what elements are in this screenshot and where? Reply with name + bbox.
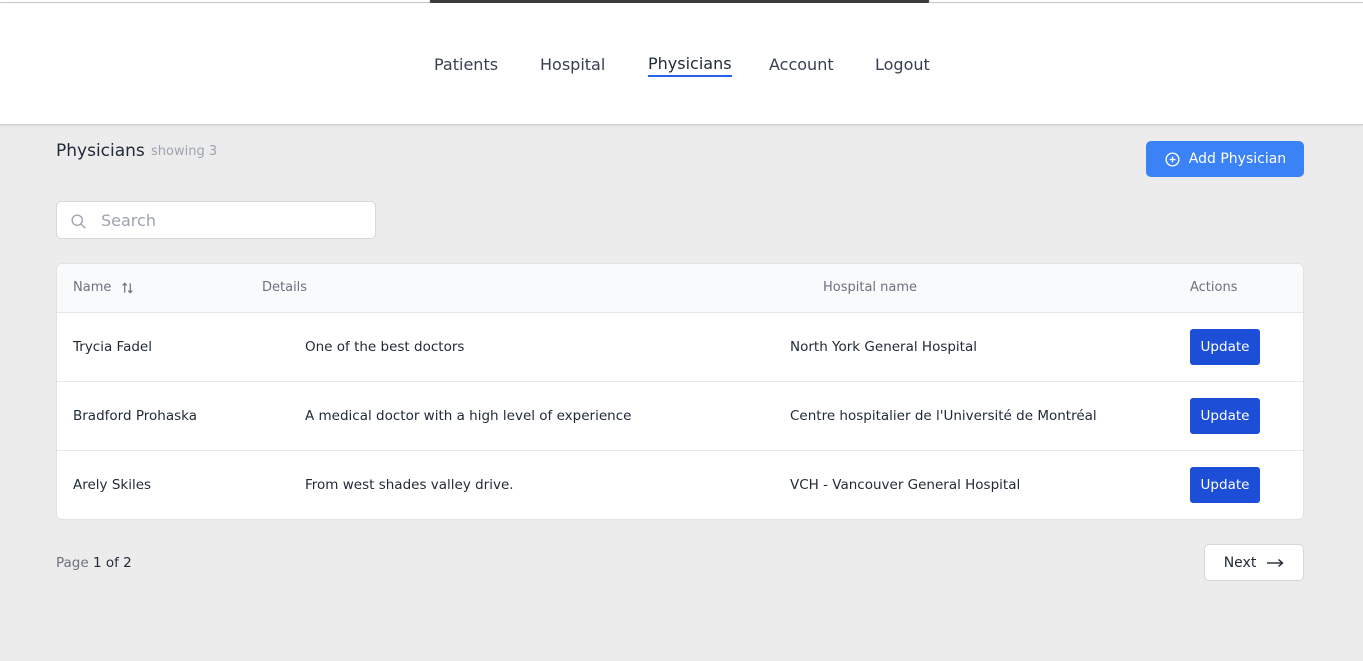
table-row: Trycia Fadel One of the best doctors Nor…: [57, 313, 1303, 382]
column-header-details: Details: [262, 280, 308, 295]
nav-item-hospital[interactable]: Hospital: [540, 55, 605, 76]
search-icon: [71, 214, 86, 229]
nav-item-account[interactable]: Account: [769, 55, 834, 76]
pagination-prefix: Page: [56, 555, 89, 571]
next-page-label: Next: [1223, 554, 1257, 571]
update-button[interactable]: Update: [1190, 467, 1260, 503]
table-header: Name Details Hospital name Actions: [57, 264, 1303, 313]
next-page-button[interactable]: Next: [1204, 544, 1304, 581]
update-button[interactable]: Update: [1190, 398, 1260, 434]
plus-circle-icon: [1165, 151, 1180, 167]
cell-name: Trycia Fadel: [73, 339, 152, 355]
cell-hospital: North York General Hospital: [790, 339, 977, 355]
column-header-name[interactable]: Name: [73, 280, 111, 295]
table-row: Bradford Prohaska A medical doctor with …: [57, 382, 1303, 451]
cell-details: From west shades valley drive.: [305, 477, 514, 493]
nav-item-logout[interactable]: Logout: [875, 55, 930, 76]
search-input[interactable]: [101, 202, 366, 238]
cell-details: One of the best doctors: [305, 339, 465, 355]
top-navigation-header: Patients Hospital Physicians Account Log…: [0, 3, 1363, 125]
cell-details: A medical doctor with a high level of ex…: [305, 408, 632, 424]
update-button[interactable]: Update: [1190, 329, 1260, 365]
table-row: Arely Skiles From west shades valley dri…: [57, 451, 1303, 519]
page-title: Physicians: [56, 141, 145, 161]
add-physician-label: Add Physician: [1188, 151, 1287, 167]
column-header-actions: Actions: [1190, 280, 1238, 295]
nav-item-physicians[interactable]: Physicians: [648, 54, 732, 77]
search-box: [56, 201, 376, 239]
arrow-right-icon: [1267, 558, 1284, 567]
cell-hospital: VCH - Vancouver General Hospital: [790, 477, 1021, 493]
nav-item-patients[interactable]: Patients: [434, 55, 498, 76]
pagination-info: Page 1 of 2: [56, 555, 132, 571]
add-physician-button[interactable]: Add Physician: [1146, 141, 1304, 177]
cell-name: Arely Skiles: [73, 477, 152, 493]
pagination-current: 1 of 2: [92, 555, 132, 571]
physicians-table: Name Details Hospital name Actions Tryci…: [56, 263, 1304, 520]
sort-icon[interactable]: [121, 281, 134, 295]
cell-hospital: Centre hospitalier de l'Université de Mo…: [790, 408, 1097, 424]
cell-name: Bradford Prohaska: [73, 408, 197, 424]
column-header-hospital: Hospital name: [823, 280, 918, 295]
result-count: showing 3: [151, 144, 218, 159]
